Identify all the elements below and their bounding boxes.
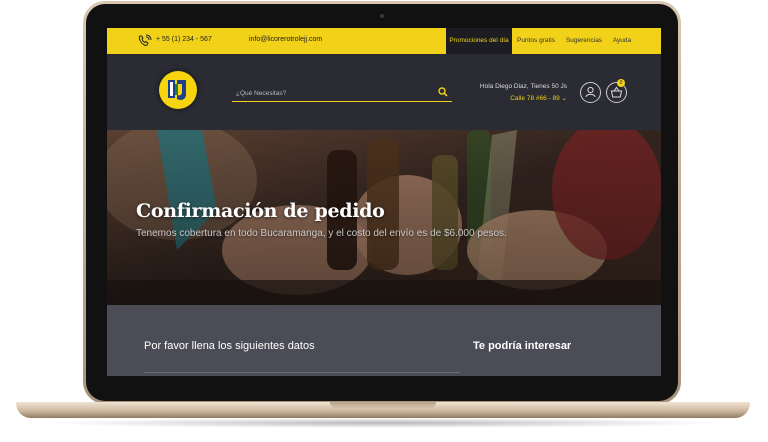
aside-heading: Te podría interesar — [473, 340, 572, 352]
delivery-address[interactable]: Calle 78 #66 - 89 ⌄ — [447, 94, 567, 102]
laptop-shadow — [40, 418, 728, 428]
webcam-icon — [380, 14, 384, 18]
chevron-down-icon: ⌄ — [561, 95, 567, 102]
nav-sugerencias[interactable]: Sugerencias — [562, 28, 606, 54]
search-input[interactable] — [234, 86, 433, 101]
address-text: Calle 78 #66 - 89 — [510, 95, 560, 102]
brand-logo[interactable] — [159, 71, 197, 109]
section-divider — [144, 372, 460, 373]
website-screen: + 55 (1) 234 - 567 info@licorerotrolejj.… — [107, 28, 661, 376]
hero-banner: Confirmación de pedido Tenemos cobertura… — [107, 130, 661, 305]
page-title: Confirmación de pedido — [136, 200, 385, 222]
email-link[interactable]: info@licorerotrolejj.com — [249, 36, 322, 43]
logo-mark-icon — [168, 80, 186, 100]
user-icon — [585, 86, 596, 98]
user-account-button[interactable] — [580, 82, 601, 103]
user-greeting: Hola Diego Diaz, Tienes 50 Js — [479, 83, 567, 90]
nav-ayuda[interactable]: Ayuda — [607, 28, 637, 54]
form-heading: Por favor llena los siguientes datos — [144, 340, 315, 352]
laptop-notch — [330, 402, 436, 409]
nav-promociones[interactable]: Promociones del día — [446, 28, 512, 54]
search-box — [232, 84, 452, 102]
main-content: Por favor llena los siguientes datos Te … — [107, 305, 661, 376]
phone-icon — [138, 34, 152, 46]
top-bar: + 55 (1) 234 - 567 info@licorerotrolejj.… — [107, 28, 661, 54]
cart-count-badge: 0 — [617, 79, 625, 87]
page-subtitle: Tenemos cobertura en todo Bucaramanga, y… — [136, 228, 507, 239]
phone-number[interactable]: + 55 (1) 234 - 567 — [156, 36, 212, 43]
nav-puntos-gratis[interactable]: Puntos gratis — [512, 28, 560, 54]
